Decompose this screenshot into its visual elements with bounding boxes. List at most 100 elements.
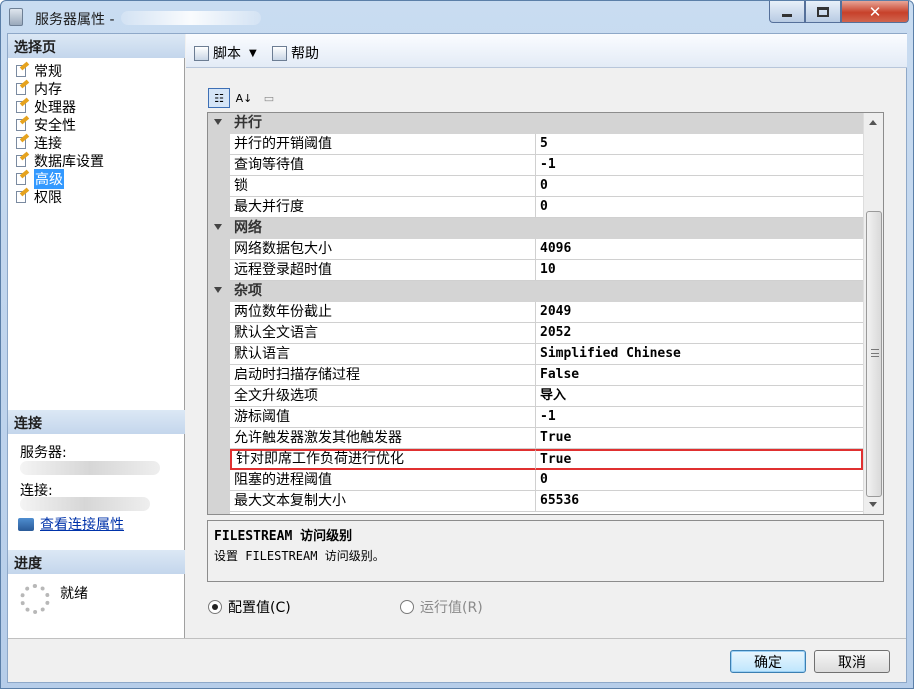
property-value[interactable]: 5 [536,134,863,155]
link-label: 查看连接属性 [40,517,124,533]
configured-values-radio[interactable]: 配置值(C) [208,597,291,617]
close-button[interactable]: ✕ [841,1,909,23]
collapse-icon[interactable] [214,224,222,230]
property-row[interactable]: 默认语言 Simplified Chinese [208,344,863,365]
property-name: 允许触发器激发其他触发器 [230,428,536,449]
property-name: 针对即席工作负荷进行优化 [230,449,536,470]
property-value[interactable]: -1 [536,407,863,428]
property-name: 最大文本复制大小 [230,491,536,512]
radio-selected-icon [208,600,222,614]
maximize-button[interactable] [805,1,841,23]
property-value[interactable]: 65536 [536,491,863,512]
property-value[interactable]: 0 [536,470,863,491]
property-value[interactable]: 0 [536,176,863,197]
dialog-toolbar: 脚本 ▼ 帮助 [186,34,907,68]
property-rows: 并行 并行的开销阈值 5 查询等待值 -1 锁 0 最大并行度 0 网络 网络数据包大小 4096 远程… [208,113,863,512]
connection-properties-icon [18,517,34,531]
property-row[interactable]: 远程登录超时值 10 [208,260,863,281]
property-value[interactable]: 2049 [536,302,863,323]
script-button[interactable]: 脚本 ▼ [194,43,257,63]
page-item-permissions[interactable]: 权限 [14,187,104,206]
property-row[interactable]: 启动时扫描存储过程 False [208,365,863,386]
category-name: 网络 [230,218,863,239]
minimize-button[interactable] [769,1,805,23]
page-item-processors[interactable]: 处理器 [14,97,104,116]
help-icon [272,45,287,61]
property-value[interactable]: True [536,449,863,470]
property-grid-toolbar: ☷ A↓ ▭ [208,86,283,110]
progress-header: 进度 [8,550,185,574]
property-name: 两位数年份截止 [230,302,536,323]
scroll-thumb[interactable] [866,211,882,497]
category-row[interactable]: 杂项 [208,281,863,302]
property-name: 最大并行度 [230,197,536,218]
progress-spinner-icon [20,584,50,614]
chevron-down-icon[interactable]: ▼ [249,48,257,59]
property-grid: 并行 并行的开销阈值 5 查询等待值 -1 锁 0 最大并行度 0 网络 网络数据包大小 4096 远程… [207,112,884,515]
property-row[interactable]: 网络数据包大小 4096 [208,239,863,260]
scroll-down-icon[interactable] [869,502,877,507]
collapse-icon[interactable] [214,119,222,125]
property-value[interactable]: True [536,428,863,449]
select-page-header: 选择页 [8,34,185,58]
server-label: 服务器: [20,445,67,461]
scroll-up-icon[interactable] [869,120,877,125]
property-row[interactable]: 并行的开销阈值 5 [208,134,863,155]
collapse-icon[interactable] [214,287,222,293]
maximize-icon [817,6,829,17]
property-name: 全文升级选项 [230,386,536,407]
property-value[interactable]: 0 [536,197,863,218]
property-row[interactable]: 锁0 [208,176,863,197]
dialog-body: 选择页 常规 内存 处理器 安全性 连接 数据库设置 高级 权限 连接 服务器:… [7,33,907,683]
property-row[interactable]: 全文升级选项 导入 [208,386,863,407]
property-value[interactable]: 导入 [536,386,863,407]
property-value[interactable]: -1 [536,155,863,176]
page-item-label: 高级 [34,169,64,189]
property-row[interactable]: 阻塞的进程阈值 0 [208,470,863,491]
page-item-advanced[interactable]: 高级 [14,169,104,189]
page-item-label: 安全性 [34,118,76,134]
property-value[interactable]: False [536,365,863,386]
grip-icon [871,349,879,357]
cancel-button[interactable]: 取消 [814,650,890,673]
property-row[interactable]: 最大文本复制大小 65536 [208,491,863,512]
page-item-connections[interactable]: 连接 [14,133,104,152]
property-value[interactable]: 2052 [536,323,863,344]
property-name: 并行的开销阈值 [230,134,536,155]
property-name: 启动时扫描存储过程 [230,365,536,386]
left-pane: 选择页 常规 内存 处理器 安全性 连接 数据库设置 高级 权限 连接 服务器:… [8,34,185,638]
page-icon [14,169,30,186]
property-row[interactable]: 默认全文语言 2052 [208,323,863,344]
property-value[interactable]: 4096 [536,239,863,260]
page-item-label: 连接 [34,136,62,152]
property-pages-button[interactable]: ▭ [258,88,280,108]
help-button[interactable]: 帮助 [272,43,319,63]
property-value[interactable]: 10 [536,260,863,281]
category-row[interactable]: 并行 [208,113,863,134]
page-item-memory[interactable]: 内存 [14,79,104,98]
property-name: 锁 [230,176,536,197]
page-item-security[interactable]: 安全性 [14,115,104,134]
property-row[interactable]: 两位数年份截止 2049 [208,302,863,323]
page-item-general[interactable]: 常规 [14,61,104,80]
property-row[interactable]: 游标阈值 -1 [208,407,863,428]
property-row[interactable]: 查询等待值 -1 [208,155,863,176]
description-body: 设置 FILESTREAM 访问级别。 [214,549,385,563]
running-values-radio[interactable]: 运行值(R) [400,597,483,617]
alphabetical-button[interactable]: A↓ [233,88,255,108]
page-item-label: 常规 [34,64,62,80]
property-pages-icon: ▭ [263,91,275,105]
categorized-button[interactable]: ☷ [208,88,230,108]
grid-scrollbar[interactable] [863,113,883,514]
property-row[interactable]: 允许触发器激发其他触发器 True [208,428,863,449]
page-item-database-settings[interactable]: 数据库设置 [14,151,104,170]
property-row[interactable]: 针对即席工作负荷进行优化 True [208,449,863,470]
property-value[interactable]: Simplified Chinese [536,344,863,365]
server-icon [9,8,23,26]
connection-header: 连接 [8,410,185,434]
view-connection-properties-link[interactable]: 查看连接属性 [18,514,124,534]
category-row[interactable]: 网络 [208,218,863,239]
ok-button[interactable]: 确定 [730,650,806,673]
property-row[interactable]: 最大并行度 0 [208,197,863,218]
category-name: 并行 [230,113,863,134]
